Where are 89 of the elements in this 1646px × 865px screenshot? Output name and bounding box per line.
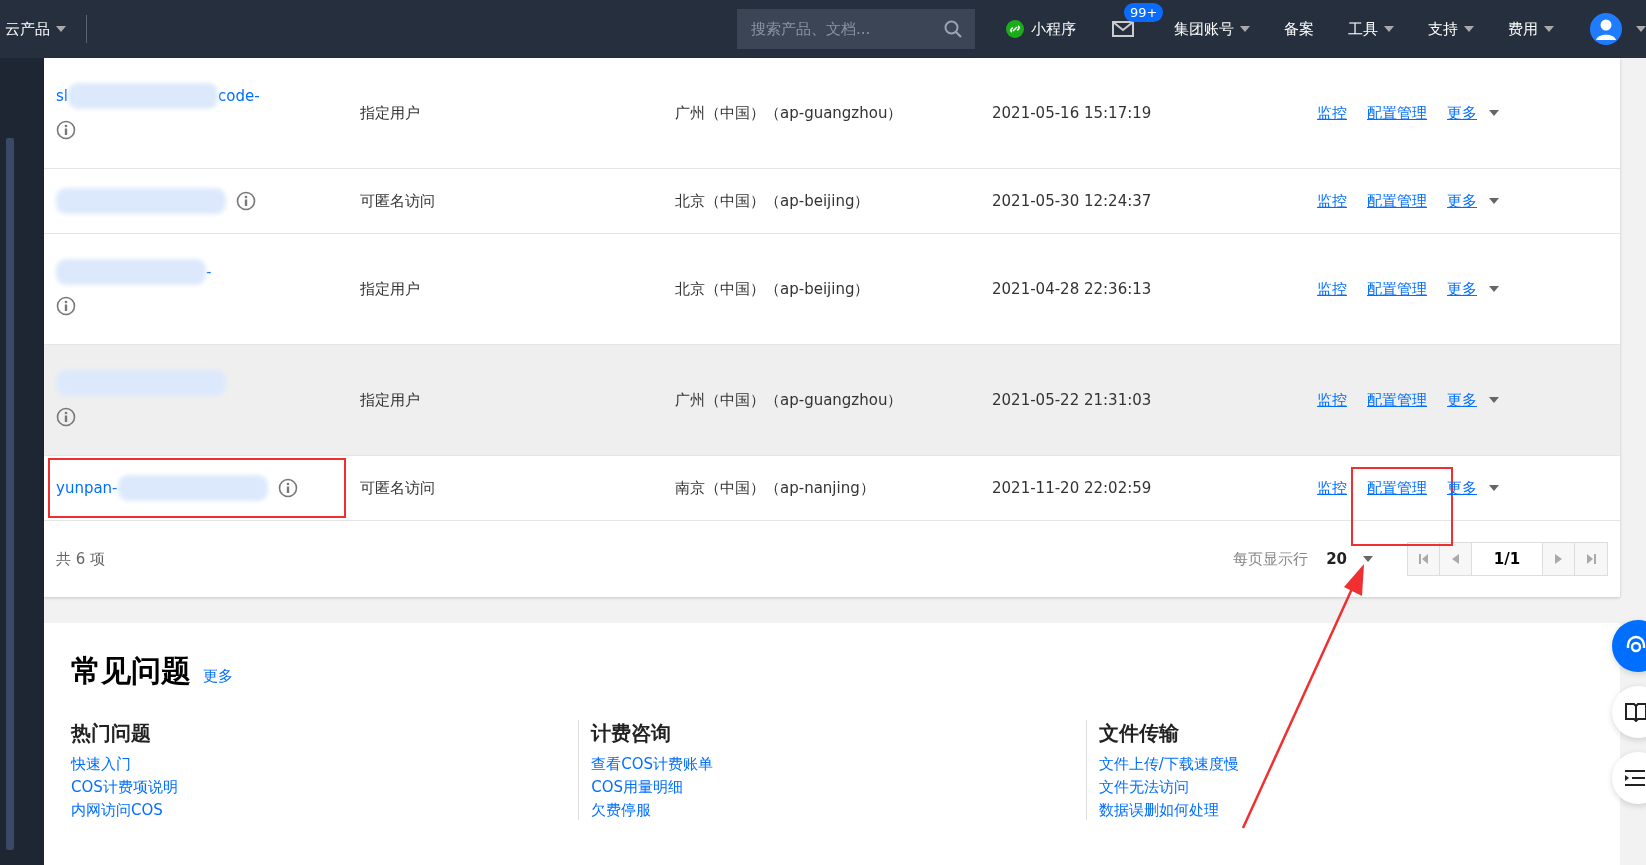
faq-link[interactable]: COS用量明细	[591, 778, 684, 797]
faq-link[interactable]: 数据误删如何处理	[1098, 801, 1219, 820]
previous-icon	[1452, 554, 1459, 564]
action-link[interactable]: 配置管理	[1367, 191, 1427, 211]
action-link[interactable]: 更多	[1447, 103, 1477, 123]
faq-group-heading: 计费咨询	[591, 720, 673, 747]
faq-title: 常见问题	[71, 652, 191, 690]
region-cell-text: 广州（中国）（ap-guangzhou）	[675, 103, 904, 123]
action-link[interactable]: 监控	[1317, 390, 1347, 410]
action-link[interactable]: 更多	[1447, 279, 1477, 299]
nav-menu[interactable]: 工具	[1348, 19, 1394, 39]
created-time-cell-text: 2021-05-22 21:31:03	[992, 391, 1153, 409]
region-cell-text: 南京（中国）（ap-nanjing）	[675, 478, 876, 498]
info-icon[interactable]	[277, 478, 298, 498]
nav-menu[interactable]: 备案	[1284, 19, 1314, 39]
faq-link[interactable]: 内网访问COS	[71, 801, 163, 820]
access-cell-text: 可匿名访问	[360, 191, 436, 211]
action-link[interactable]: 配置管理	[1367, 103, 1427, 123]
caret-icon	[1240, 26, 1250, 32]
caret-icon	[1636, 26, 1646, 32]
page-size-label: 每页显示行	[1233, 549, 1309, 569]
action-link[interactable]: 监控	[1317, 191, 1347, 211]
mail-icon[interactable]	[1112, 21, 1134, 37]
products-menu[interactable]: 云产品	[5, 19, 66, 39]
bucket-name-link[interactable]: -	[206, 263, 212, 281]
region-cell-text: 北京（中国）（ap-beijing）	[675, 279, 871, 299]
created-time-cell-text: 2021-11-20 22:02:59	[992, 479, 1153, 497]
caret-icon	[1489, 397, 1499, 403]
action-link[interactable]: 更多	[1447, 191, 1477, 211]
link-icon	[1005, 19, 1025, 39]
faq-link[interactable]: 文件上传/下载速度慢	[1098, 755, 1239, 774]
caret-icon	[1489, 286, 1499, 292]
first-page-button[interactable]	[1408, 543, 1440, 575]
mini-program-link[interactable]: 小程序	[1005, 19, 1076, 39]
avatar-icon[interactable]	[1590, 13, 1622, 45]
action-link[interactable]: 配置管理	[1367, 279, 1427, 299]
info-icon[interactable]	[236, 191, 256, 211]
access-cell-text: 指定用户	[360, 103, 421, 123]
previous-page-button[interactable]	[1440, 543, 1472, 575]
action-link[interactable]: 监控	[1317, 478, 1347, 498]
created-time-cell-text: 2021-04-28 22:36:13	[992, 280, 1153, 298]
action-link[interactable]: 配置管理	[1367, 478, 1427, 498]
more-link[interactable]: 更多	[203, 667, 233, 686]
caret-icon	[1363, 556, 1373, 562]
caret-icon	[56, 26, 66, 32]
region-cell-text: 广州（中国）（ap-guangzhou）	[675, 390, 904, 410]
first-page-icon	[1418, 554, 1429, 564]
bucket-name-link[interactable]: sl	[56, 87, 68, 105]
created-time-cell-text: 2021-05-30 12:24:37	[992, 192, 1153, 210]
faq-link[interactable]: 欠费停服	[591, 801, 652, 820]
info-icon[interactable]	[56, 120, 76, 140]
nav-menu[interactable]: 支持	[1428, 19, 1474, 39]
action-link[interactable]: 监控	[1317, 103, 1347, 123]
bucket-name-link[interactable]: yunpan-	[56, 479, 118, 497]
caret-icon	[1489, 485, 1499, 491]
info-icon[interactable]	[56, 407, 76, 427]
caret-icon	[1384, 26, 1394, 32]
action-link[interactable]: 监控	[1317, 279, 1347, 299]
total-count: 共 6 项	[56, 549, 106, 569]
faq-group-heading: 热门问题	[71, 720, 152, 747]
action-link[interactable]: 更多	[1447, 390, 1477, 410]
search-field[interactable]: 搜索产品、文档...	[737, 9, 975, 49]
scrollbar[interactable]	[6, 138, 14, 850]
last-page-icon	[1586, 554, 1596, 564]
access-cell-text: 指定用户	[360, 279, 421, 299]
caret-icon	[1489, 198, 1499, 204]
count-badge: 99+	[1124, 3, 1164, 22]
bucket-name-link[interactable]: code-	[218, 87, 260, 105]
caret-icon	[1464, 26, 1474, 32]
region-cell-text: 北京（中国）（ap-beijing）	[675, 191, 871, 211]
caret-icon	[1544, 26, 1554, 32]
search-icon[interactable]	[943, 19, 963, 39]
action-link[interactable]: 配置管理	[1367, 390, 1427, 410]
faq-link[interactable]: 查看COS计费账单	[591, 755, 714, 774]
faq-link[interactable]: COS计费项说明	[71, 778, 178, 797]
list-icon	[1624, 769, 1646, 787]
info-icon[interactable]	[56, 296, 76, 316]
access-cell-text: 可匿名访问	[360, 478, 436, 498]
faq-group-heading: 文件传输	[1098, 720, 1180, 747]
caret-icon	[1489, 110, 1499, 116]
nav-menu[interactable]: 费用	[1508, 19, 1554, 39]
next-icon	[1555, 554, 1562, 564]
nav-menu[interactable]: 集团账号	[1174, 19, 1250, 39]
page-size-select[interactable]: 20	[1326, 550, 1373, 568]
created-time-cell-text: 2021-05-16 15:17:19	[992, 104, 1153, 122]
book-icon	[1624, 702, 1646, 722]
access-cell-text: 指定用户	[360, 390, 421, 410]
faq-link[interactable]: 文件无法访问	[1098, 778, 1189, 797]
faq-link[interactable]: 快速入门	[71, 755, 131, 774]
